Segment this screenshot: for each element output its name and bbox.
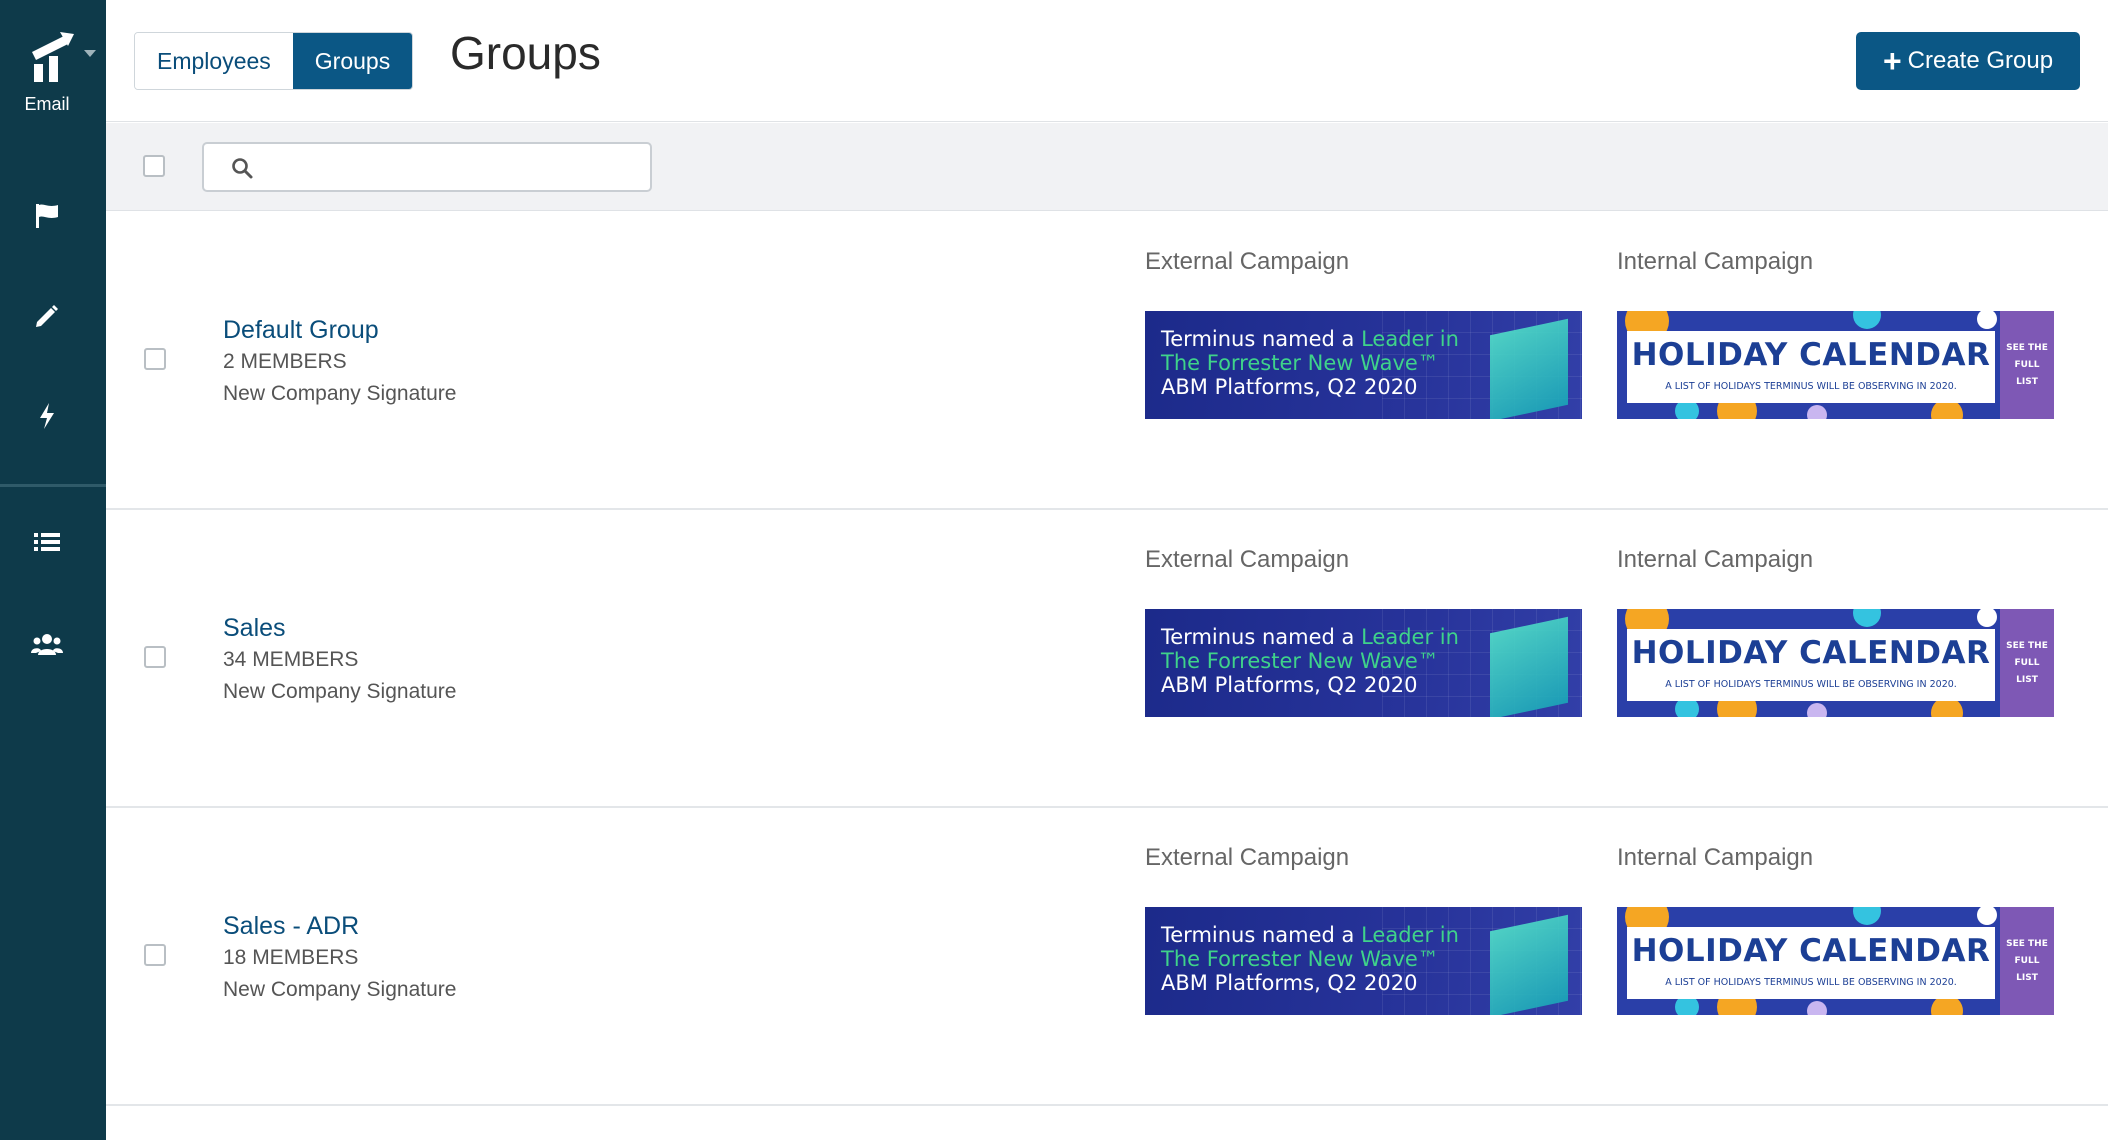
holiday-subtitle: A LIST OF HOLIDAYS TERMINUS WILL BE OBSE… [1665, 381, 1957, 392]
view-toggle: Employees Groups [134, 32, 414, 90]
group-row-checkbox[interactable] [144, 944, 166, 966]
group-row: Sales 34 MEMBERS New Company Signature E… [106, 510, 2108, 808]
see-full-list-tab: SEE THE FULL LIST [2000, 311, 2054, 419]
group-row-checkbox[interactable] [144, 646, 166, 668]
search-box [202, 142, 652, 192]
terminus-logo-icon [32, 32, 74, 82]
users-icon [31, 634, 63, 655]
sidebar-item-automation[interactable] [27, 396, 67, 436]
group-row: Default Group 2 MEMBERS New Company Sign… [106, 212, 2108, 510]
external-campaign-banner[interactable]: Terminus named a Leader in The Forrester… [1145, 311, 1582, 419]
holiday-title: HOLIDAY CALENDAR [1631, 635, 1991, 671]
external-banner-text: Terminus named a Leader in The Forrester… [1161, 327, 1459, 399]
sidebar-item-campaigns[interactable] [27, 196, 67, 236]
plus-icon: + [1882, 43, 1902, 79]
terminus-cube-graphic [1490, 914, 1568, 1015]
group-row: Sales - ADR 18 MEMBERS New Company Signa… [106, 808, 2108, 1106]
flag-icon [36, 204, 58, 228]
sidebar-item-groups[interactable] [27, 624, 67, 664]
sidebar-item-list[interactable] [27, 522, 67, 562]
holiday-card: HOLIDAY CALENDAR A LIST OF HOLIDAYS TERM… [1627, 629, 1995, 701]
sidebar: Email [0, 0, 106, 1140]
external-campaign-banner[interactable]: Terminus named a Leader in The Forrester… [1145, 609, 1582, 717]
app-label: Email [24, 94, 70, 114]
bolt-icon [40, 403, 54, 429]
holiday-title: HOLIDAY CALENDAR [1631, 337, 1991, 373]
internal-campaign-label: Internal Campaign [1617, 844, 1814, 871]
pencil-icon [36, 305, 58, 327]
holiday-subtitle: A LIST OF HOLIDAYS TERMINUS WILL BE OBSE… [1665, 977, 1957, 988]
group-signature: New Company Signature [223, 382, 457, 405]
holiday-card: HOLIDAY CALENDAR A LIST OF HOLIDAYS TERM… [1627, 331, 1995, 403]
list-toolbar [106, 123, 2108, 211]
holiday-title: HOLIDAY CALENDAR [1631, 933, 1991, 969]
group-row-checkbox[interactable] [144, 348, 166, 370]
sidebar-item-signatures[interactable] [27, 296, 67, 336]
group-member-count: 34 MEMBERS [223, 648, 359, 671]
terminus-cube-graphic [1490, 318, 1568, 419]
internal-campaign-banner[interactable]: HOLIDAY CALENDAR A LIST OF HOLIDAYS TERM… [1617, 907, 2054, 1015]
internal-campaign-banner[interactable]: HOLIDAY CALENDAR A LIST OF HOLIDAYS TERM… [1617, 311, 2054, 419]
group-name-link[interactable]: Default Group [223, 316, 379, 345]
internal-campaign-banner[interactable]: HOLIDAY CALENDAR A LIST OF HOLIDAYS TERM… [1617, 609, 2054, 717]
holiday-subtitle: A LIST OF HOLIDAYS TERMINUS WILL BE OBSE… [1665, 679, 1957, 690]
create-group-button[interactable]: + Create Group [1856, 32, 2080, 90]
search-input[interactable] [260, 150, 640, 184]
group-member-count: 18 MEMBERS [223, 946, 359, 969]
group-name-link[interactable]: Sales [223, 614, 286, 643]
select-all-checkbox[interactable] [143, 155, 165, 177]
page-header: Employees Groups Groups + Create Group [106, 0, 2108, 122]
external-banner-text: Terminus named a Leader in The Forrester… [1161, 923, 1459, 995]
page-title: Groups [450, 27, 601, 79]
see-full-list-tab: SEE THE FULL LIST [2000, 907, 2054, 1015]
create-group-label: Create Group [1907, 47, 2054, 74]
app-switcher[interactable]: Email [0, 30, 106, 120]
external-campaign-label: External Campaign [1145, 248, 1350, 275]
external-campaign-banner[interactable]: Terminus named a Leader in The Forrester… [1145, 907, 1582, 1015]
external-banner-text: Terminus named a Leader in The Forrester… [1161, 625, 1459, 697]
group-name-link[interactable]: Sales - ADR [223, 912, 359, 941]
group-member-count: 2 MEMBERS [223, 350, 347, 373]
terminus-cube-graphic [1490, 616, 1568, 717]
external-campaign-label: External Campaign [1145, 546, 1350, 573]
sidebar-divider [0, 484, 106, 487]
external-campaign-label: External Campaign [1145, 844, 1350, 871]
see-full-list-tab: SEE THE FULL LIST [2000, 609, 2054, 717]
group-signature: New Company Signature [223, 680, 457, 703]
internal-campaign-label: Internal Campaign [1617, 248, 1814, 275]
group-signature: New Company Signature [223, 978, 457, 1001]
holiday-card: HOLIDAY CALENDAR A LIST OF HOLIDAYS TERM… [1627, 927, 1995, 999]
tab-employees[interactable]: Employees [135, 33, 293, 89]
internal-campaign-label: Internal Campaign [1617, 546, 1814, 573]
search-icon [232, 158, 253, 179]
chevron-down-icon [84, 50, 96, 57]
list-icon [34, 533, 60, 551]
tab-groups[interactable]: Groups [292, 33, 413, 89]
